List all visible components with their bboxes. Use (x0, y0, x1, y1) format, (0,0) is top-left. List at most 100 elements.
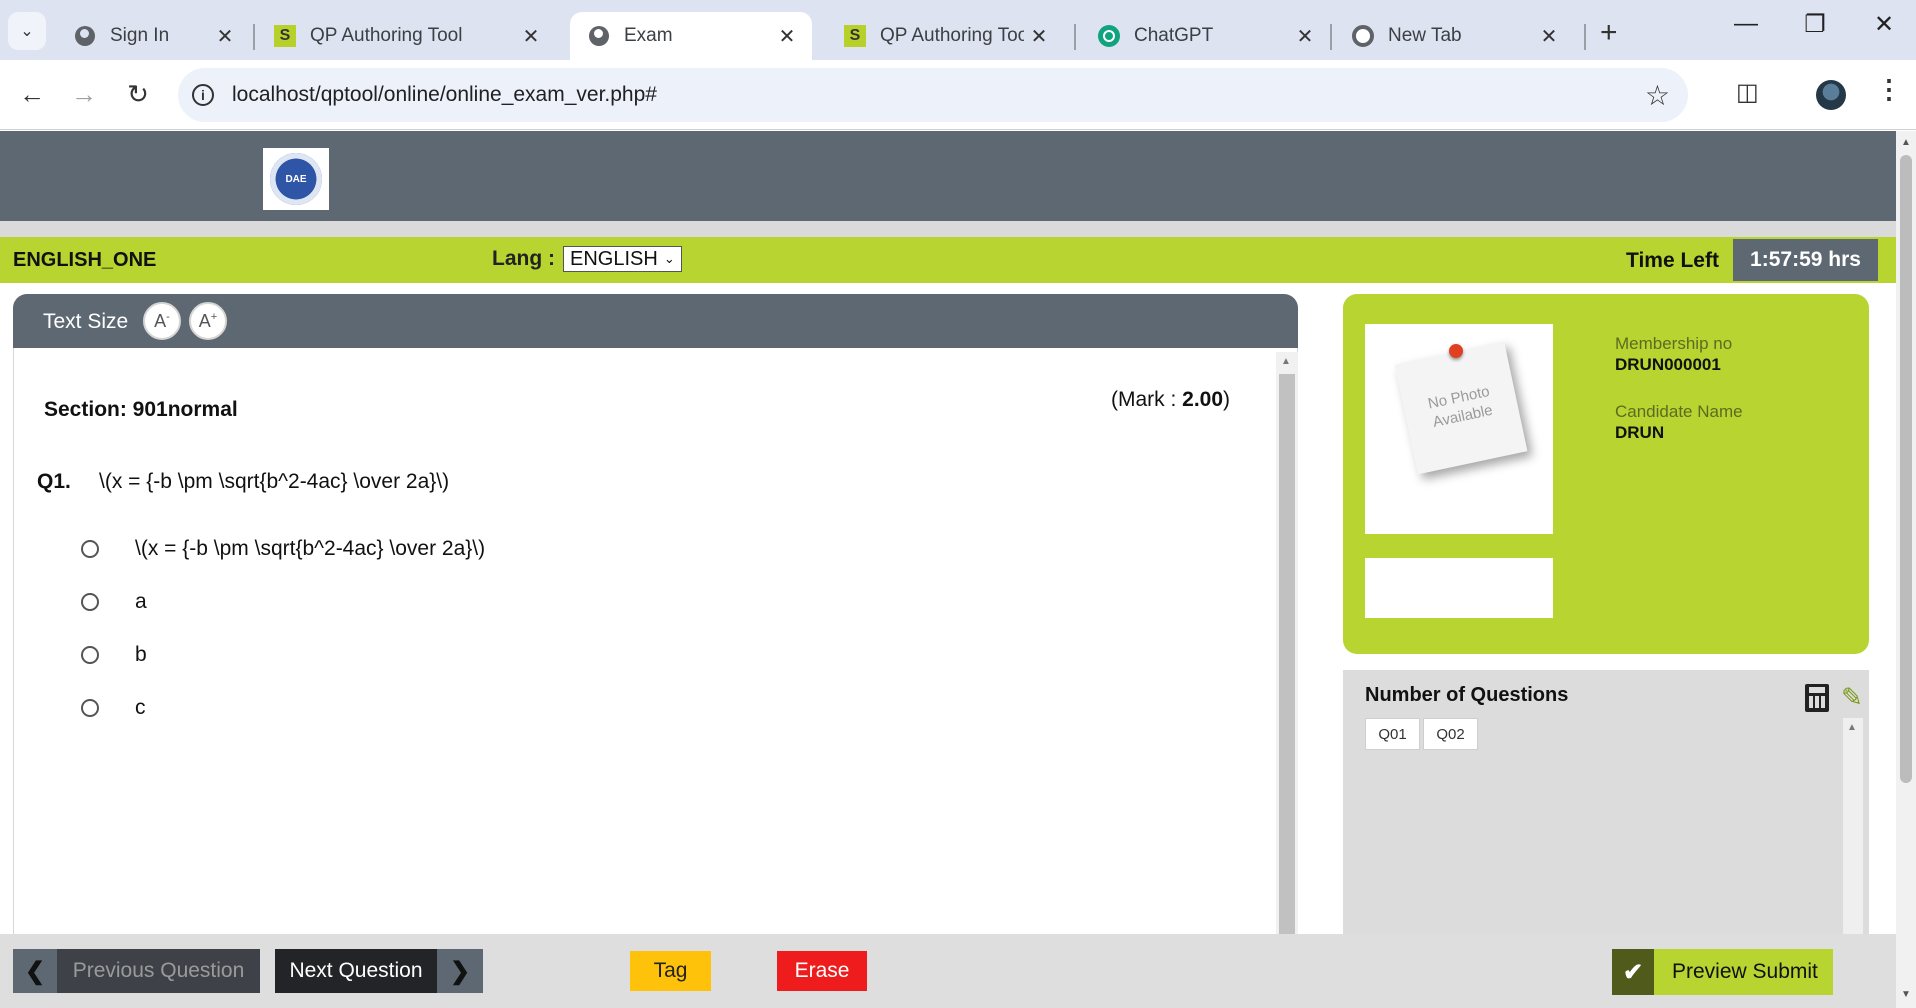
palette-title: Number of Questions (1365, 684, 1569, 706)
tab-qp-authoring-tool-2[interactable]: S QP Authoring Tool ✕ (826, 12, 1064, 60)
pushpin-icon (1449, 344, 1463, 358)
candidate-name-label: Candidate Name (1615, 402, 1743, 421)
tab-qp-authoring-tool[interactable]: S QP Authoring Tool ✕ (256, 12, 556, 60)
chevron-down-icon: ⌄ (20, 23, 34, 40)
address-bar[interactable]: i localhost/qptool/online/online_exam_ve… (178, 68, 1688, 122)
increase-text-size-button[interactable]: A + (189, 302, 227, 340)
close-icon[interactable]: ✕ (1534, 24, 1564, 49)
tab-title: Sign In (110, 25, 170, 46)
tab-divider (1074, 24, 1076, 50)
browser-tab-strip: ⌄ Sign In ✕ S QP Authoring Tool ✕ Exam ✕… (0, 0, 1916, 60)
s-app-icon: S (274, 25, 296, 47)
question-button-q01[interactable]: Q01 (1365, 718, 1420, 750)
option-radio[interactable] (81, 540, 99, 558)
tab-divider (253, 24, 255, 50)
minimize-button[interactable]: — (1726, 10, 1766, 38)
question-button-q02[interactable]: Q02 (1423, 718, 1478, 750)
tab-title: ChatGPT (1134, 25, 1214, 46)
decrease-text-size-button[interactable]: A- (143, 302, 181, 340)
tab-search-button[interactable]: ⌄ (8, 12, 46, 50)
pencil-icon[interactable]: ✎ (1841, 682, 1863, 713)
bookmark-star-icon[interactable]: ☆ (1645, 79, 1670, 112)
forward-button[interactable]: → (64, 74, 104, 114)
tab-exam[interactable]: Exam ✕ (570, 12, 812, 60)
globe-icon (74, 25, 96, 47)
tab-title: QP Authoring Tool (880, 25, 1024, 46)
url-text[interactable]: localhost/qptool/online/online_exam_ver.… (232, 83, 1645, 107)
scroll-thumb[interactable] (1900, 155, 1912, 783)
language-value: ENGLISH (570, 247, 658, 270)
option-radio[interactable] (81, 593, 99, 611)
question-panel: Text Size A- A + Section: 901normal (Mark… (13, 294, 1298, 934)
option-radio[interactable] (81, 646, 99, 664)
answer-option[interactable]: c (81, 696, 146, 719)
option-text: b (135, 643, 147, 666)
preview-submit-button[interactable]: ✔ Preview Submit (1612, 949, 1833, 995)
tab-title: QP Authoring Tool (310, 25, 463, 46)
candidate-signature (1365, 558, 1553, 618)
mark-prefix: (Mark : (1111, 388, 1183, 411)
preview-submit-label: Preview Submit (1672, 960, 1818, 983)
close-icon[interactable]: ✕ (1024, 24, 1054, 49)
mark-suffix: ) (1223, 388, 1231, 411)
profile-avatar[interactable] (1816, 80, 1846, 110)
logo-text: DAE (285, 173, 307, 185)
answer-option[interactable]: a (81, 590, 147, 613)
checkmark-icon: ✔ (1612, 949, 1654, 995)
palette-scrollbar[interactable]: ▲ (1843, 718, 1863, 934)
no-photo-placeholder: No Photo Available (1394, 341, 1528, 475)
scroll-up-icon[interactable]: ▲ (1281, 356, 1291, 367)
previous-question-label: Previous Question (57, 949, 260, 993)
tab-chatgpt[interactable]: ChatGPT ✕ (1080, 12, 1330, 60)
question-palette: Number of Questions ✎ Q01 Q02 ▲ (1343, 670, 1869, 934)
close-icon[interactable]: ✕ (516, 24, 546, 49)
reload-button[interactable]: ↻ (118, 74, 158, 114)
answer-option[interactable]: b (81, 643, 147, 666)
close-icon[interactable]: ✕ (210, 24, 240, 49)
tab-new-tab[interactable]: New Tab ✕ (1334, 12, 1574, 60)
minimize-icon: — (1734, 10, 1758, 37)
arrow-right-icon: → (71, 79, 97, 109)
answer-option[interactable]: \(x = {-b \pm \sqrt{b^2-4ac} \over 2a}\) (81, 537, 485, 560)
next-question-button[interactable]: Next Question ❯ (275, 949, 483, 993)
tab-divider (1584, 24, 1586, 50)
increase-text-size-letter: A (198, 310, 211, 331)
back-button[interactable]: ← (12, 74, 52, 114)
header-divider (0, 221, 1896, 237)
close-icon[interactable]: ✕ (1290, 24, 1320, 49)
erase-button[interactable]: Erase (777, 951, 867, 991)
scroll-up-icon[interactable]: ▲ (1847, 722, 1857, 733)
page-scrollbar[interactable]: ▲ ▼ (1896, 131, 1916, 1008)
tab-sign-in[interactable]: Sign In ✕ (56, 12, 250, 60)
calculator-icon[interactable] (1805, 684, 1829, 712)
tag-button[interactable]: Tag (630, 951, 711, 991)
close-icon[interactable]: ✕ (772, 24, 802, 49)
new-tab-button[interactable]: + (1600, 16, 1618, 50)
candidate-photo: No Photo Available (1365, 324, 1553, 534)
exam-name: ENGLISH_ONE (13, 249, 157, 271)
option-radio[interactable] (81, 699, 99, 717)
candidate-name-value: DRUN (1615, 423, 1665, 442)
previous-question-button[interactable]: ❮ Previous Question (13, 949, 260, 993)
restore-icon: ❐ (1804, 11, 1826, 38)
scroll-down-icon[interactable]: ▼ (1901, 989, 1911, 1000)
close-window-button[interactable]: ✕ (1864, 10, 1904, 39)
language-select[interactable]: ENGLISH ⌄ (563, 246, 682, 272)
decrease-text-size-letter: A (154, 310, 167, 331)
tab-divider (1330, 24, 1332, 50)
chrome-icon (1352, 25, 1374, 47)
lang-label: Lang : (492, 247, 555, 270)
s-app-icon: S (844, 25, 866, 47)
exam-info-bar: ENGLISH_ONE Lang : ENGLISH ⌄ Time Left 1… (0, 237, 1896, 283)
site-info-icon[interactable]: i (192, 84, 214, 106)
scroll-up-icon[interactable]: ▲ (1901, 137, 1911, 148)
decrease-text-size-symbol: - (166, 311, 170, 323)
browser-menu-icon[interactable]: ⋮ (1876, 74, 1902, 105)
question-scrollbar[interactable]: ▲ (1276, 352, 1298, 934)
extensions-icon[interactable]: ◫ (1736, 78, 1759, 107)
next-question-label: Next Question (275, 949, 437, 993)
scroll-thumb[interactable] (1279, 374, 1295, 934)
no-photo-text: No Photo Available (1426, 383, 1495, 431)
restore-button[interactable]: ❐ (1795, 10, 1835, 39)
bottom-action-bar: ❮ Previous Question Next Question ❯ Tag … (0, 934, 1896, 1008)
